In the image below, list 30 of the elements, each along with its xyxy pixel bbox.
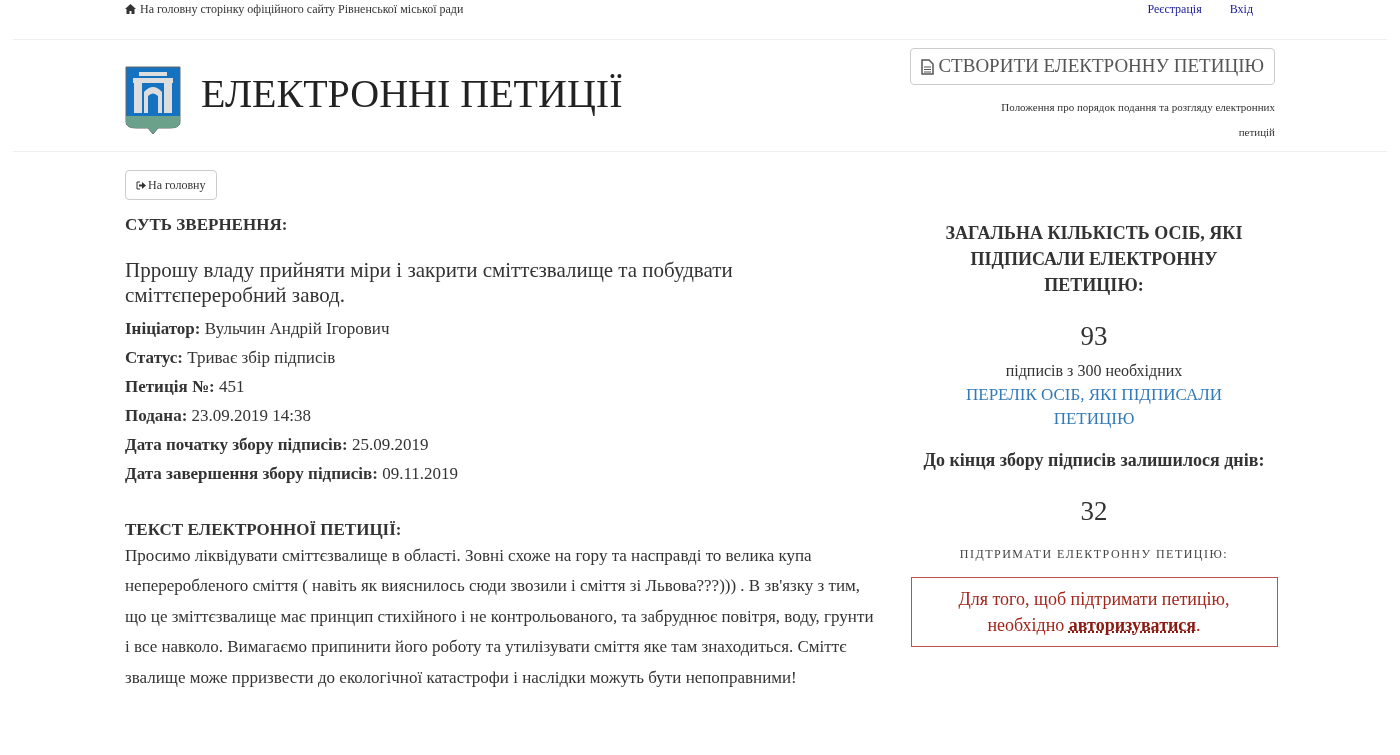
petition-detail: Ініціатор: Вульчин Андрій Ігорович (125, 317, 391, 340)
petition-detail: Дата завершення збору підписів: 09.11.2019 (125, 462, 460, 485)
signatures-count: 93 (1080, 320, 1108, 353)
petition-detail: Дата початку збору підписів: 25.09.2019 (125, 433, 430, 456)
home-icon (125, 4, 136, 14)
petition-subject: Пррошу владу прийняти міри і закрити сміттєзвалище та побудвати сміттєпереробний завод. (125, 257, 734, 308)
home-link[interactable]: На головну сторінку офіційного сайту Рівненської міської ради (140, 0, 464, 18)
petition-text: Просимо ліквідувати сміттєзвалище в області. Зовні схоже на гору та насправді то велика купа непереробленого сміття ( навіть як вияснилось сюди звозили і сміття зі Львова???))) . В зв'язку з тим, що це зміттєзвалище має принцип стихійного і не контрольованого, та забруднює повітря, воду, грунти і все навколо. Вимагаємо припинити його роботу та утилізувати сміття яке там знаходиться. Сміттє звалище може прризвести до екологічної катастрофи і наслідки можуть бути непоправними! (125, 544, 875, 689)
coat-of-arms-icon (125, 65, 181, 134)
days-heading: До кінця збору підписів залишилося днів: (922, 448, 1266, 472)
support-heading: ПІДТРИМАТИ ЕЛЕКТРОННУ ПЕТИЦІЮ: (959, 546, 1229, 563)
nav-link[interactable]: Вхід (1229, 0, 1253, 18)
signatures-note: підписів з 300 необхідних (1005, 360, 1183, 382)
text-heading: ТЕКСТ ЕЛЕКТРОННОЇ ПЕТИЦІЇ: (125, 518, 403, 541)
subject-heading: СУТЬ ЗВЕРНЕННЯ: (125, 214, 289, 236)
petition-detail: Статус: Триває збір підписів (125, 346, 337, 369)
site-title: ЕЛЕКТРОННІ ПЕТИЦІЇ (201, 73, 623, 114)
petition-detail: Подана: 23.09.2019 14:38 (125, 404, 313, 427)
petition-detail: Петиція №: 451 (125, 375, 246, 398)
regulation-link[interactable]: Положення про порядок подання та розгляду електронних петицій (975, 95, 1275, 145)
create-petition-button[interactable]: СТВОРИТИ ЕЛЕКТРОННУ ПЕТИЦІЮ (910, 48, 1275, 85)
document-icon (921, 58, 935, 75)
exit-icon (136, 180, 146, 190)
back-button[interactable]: На головну (125, 170, 217, 200)
alert-text: Для того, щоб підтримати петицію, необхідно авторизуватися. (958, 589, 1230, 635)
signatures-heading: ЗАГАЛЬНА КІЛЬКІСТЬ ОСІБ, ЯКІ ПІДПИСАЛИ ЕЛЕКТРОННУ ПЕТИЦІЮ: (944, 222, 1244, 297)
signers-list-link[interactable]: ПЕРЕЛІК ОСІБ, ЯКІ ПІДПИСАЛИ ПЕТИЦІЮ (944, 382, 1244, 431)
login-link[interactable]: авторизуватися (1068, 615, 1197, 635)
days-count: 32 (1080, 494, 1108, 528)
nav-link[interactable]: Реєстрація (1147, 0, 1202, 18)
